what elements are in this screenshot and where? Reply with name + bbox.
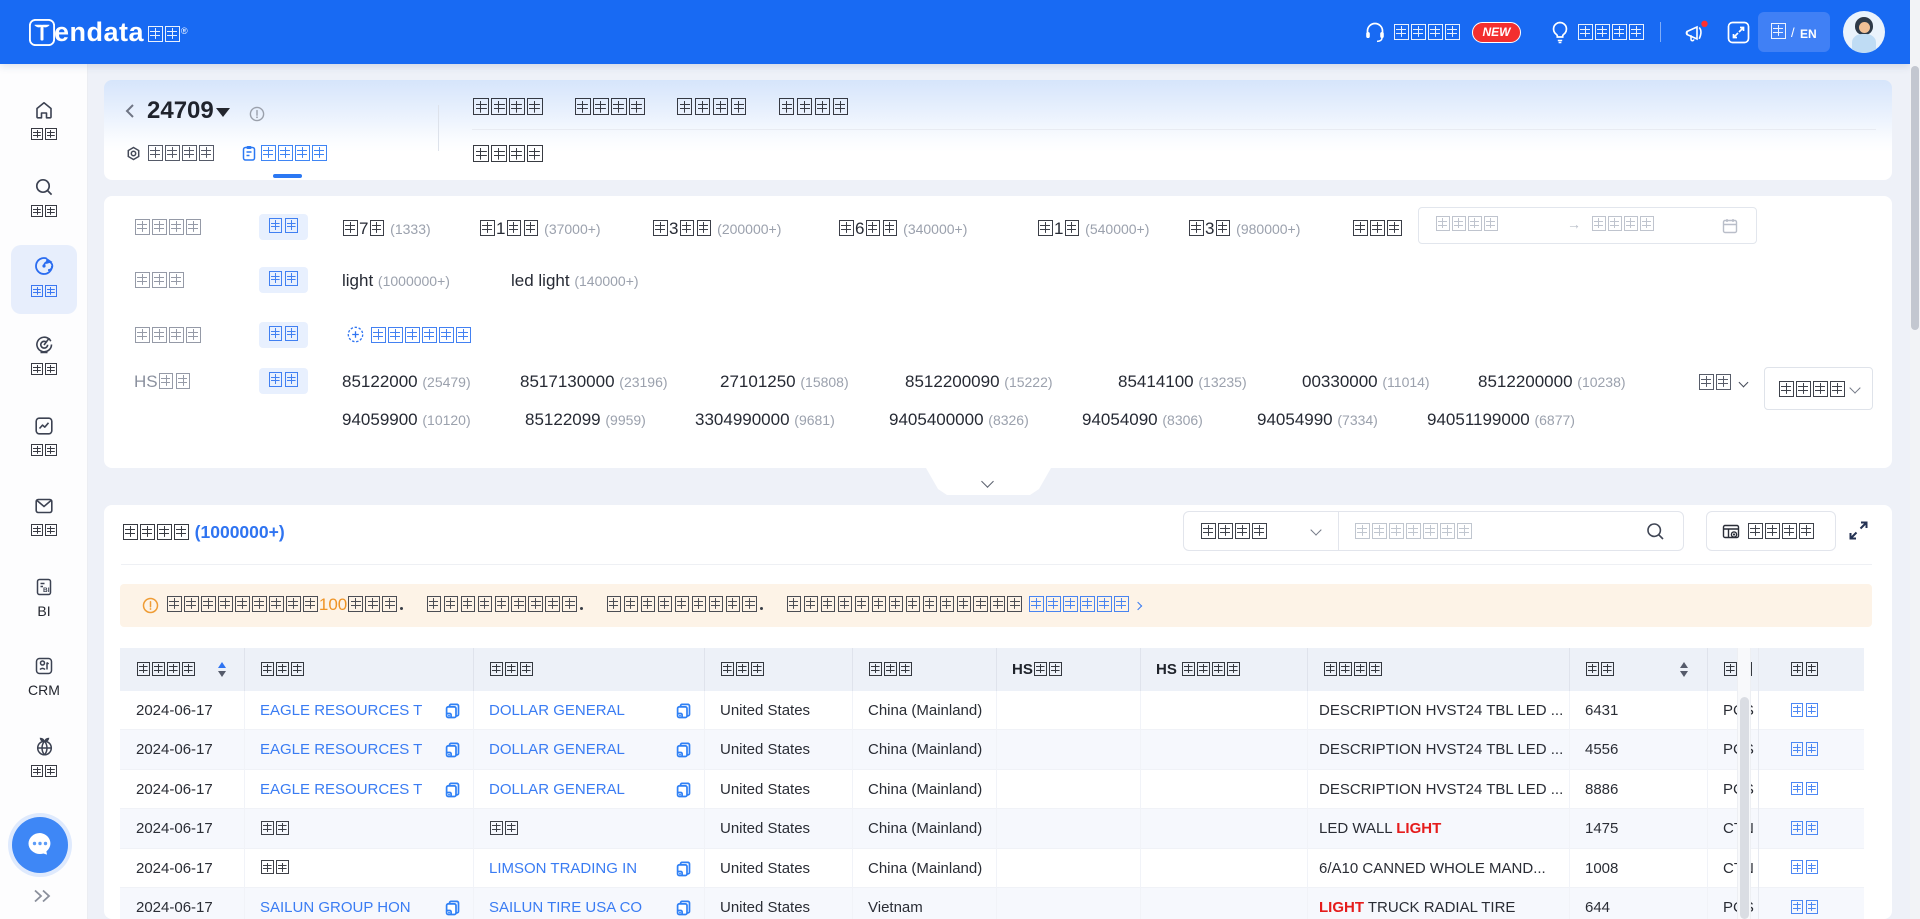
svg-text:BI: BI — [43, 587, 50, 594]
